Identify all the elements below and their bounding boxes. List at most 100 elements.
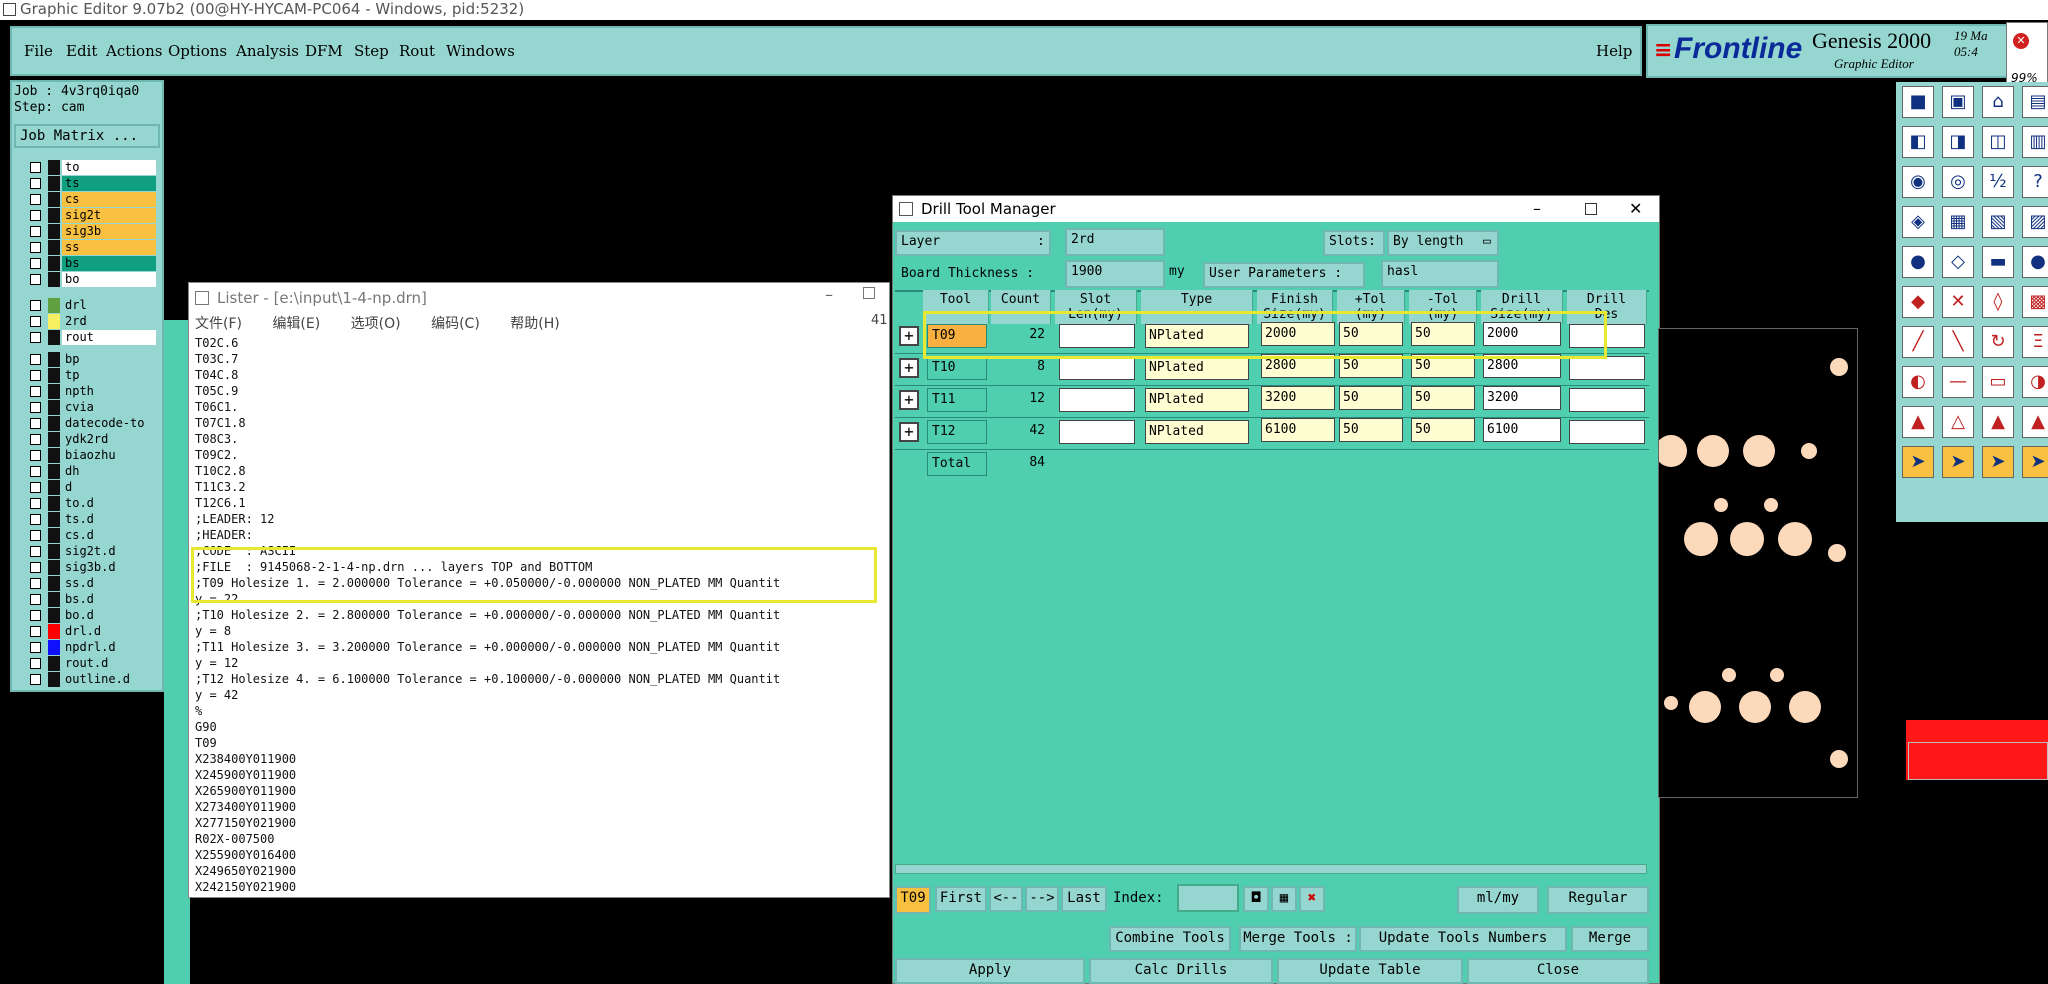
layer-row-sig2t[interactable]: sig2t (26, 208, 162, 223)
slot-length-input[interactable] (1059, 388, 1135, 412)
layer-name[interactable]: sig2t (62, 208, 156, 223)
expand-icon[interactable]: + (899, 422, 919, 442)
drill-size-input[interactable]: 6100 (1483, 418, 1561, 442)
layer-row-bp[interactable]: bp (26, 352, 162, 367)
lister-menu-edit[interactable]: 编辑(E) (272, 316, 320, 332)
menu-options[interactable]: Options (168, 42, 227, 60)
menu-help[interactable]: Help (1596, 42, 1632, 60)
layer-row-ydk2rd[interactable]: ydk2rd (26, 432, 162, 447)
plus-tol-input[interactable]: 50 (1339, 386, 1403, 410)
layer-checkbox[interactable] (30, 258, 41, 269)
layer-checkbox[interactable] (30, 642, 41, 653)
layer-name[interactable]: drl.d (62, 624, 156, 639)
tool-icon[interactable]: ? (2022, 166, 2048, 198)
finish-size-input[interactable]: 3200 (1261, 386, 1335, 410)
tool-name[interactable]: T10 (927, 356, 987, 380)
layer-checkbox[interactable] (30, 482, 41, 493)
tool-icon[interactable]: ▲ (2022, 406, 2048, 438)
finish-size-input[interactable]: 6100 (1261, 418, 1335, 442)
layer-checkbox[interactable] (30, 402, 41, 413)
menu-rout[interactable]: Rout (399, 42, 435, 60)
layer-row-ts.d[interactable]: ts.d (26, 512, 162, 527)
lister-menu-options[interactable]: 选项(O) (351, 316, 401, 332)
layer-checkbox[interactable] (30, 210, 41, 221)
layer-row-sig2t.d[interactable]: sig2t.d (26, 544, 162, 559)
minimize-icon[interactable]: – (825, 285, 833, 304)
layer-row-ts[interactable]: ts (26, 176, 162, 191)
tool-icon[interactable]: ◨ (1942, 126, 1974, 158)
tool-icon[interactable]: △ (1942, 406, 1974, 438)
layer-name[interactable]: ss (62, 240, 156, 255)
layer-checkbox[interactable] (30, 498, 41, 509)
menu-dfm[interactable]: DFM (305, 42, 343, 60)
minus-tol-input[interactable]: 50 (1411, 386, 1475, 410)
lister-menu-file[interactable]: 文件(F) (195, 316, 242, 332)
tool-icon[interactable]: ● (1902, 246, 1934, 278)
layer-name[interactable]: biaozhu (62, 448, 156, 463)
layer-row-d[interactable]: d (26, 480, 162, 495)
tool-icon[interactable]: ▬ (1982, 246, 2014, 278)
layer-name[interactable]: bs.d (62, 592, 156, 607)
tool-icon[interactable]: ■ (1902, 86, 1934, 118)
tool-icon[interactable]: ▭ (1982, 366, 2014, 398)
layer-name[interactable]: bo (62, 272, 156, 287)
tool-icon[interactable]: ╱ (1902, 326, 1934, 358)
layer-name[interactable]: cvia (62, 400, 156, 415)
layer-name[interactable]: to (62, 160, 156, 175)
menu-step[interactable]: Step (354, 42, 389, 60)
layer-checkbox[interactable] (30, 354, 41, 365)
layer-checkbox[interactable] (30, 562, 41, 573)
tool-icon[interactable]: ◐ (1902, 366, 1934, 398)
layer-name[interactable]: d (62, 480, 156, 495)
drill-des-input[interactable] (1569, 420, 1645, 444)
tool-icon[interactable]: ▥ (2022, 126, 2048, 158)
tool-icon[interactable]: ⌂ (1982, 86, 2014, 118)
layer-checkbox[interactable] (30, 546, 41, 557)
layer-row-bo[interactable]: bo (26, 272, 162, 287)
grid-icon[interactable]: ▦ (1271, 886, 1297, 912)
lock-icon[interactable]: ◘ (1243, 886, 1269, 912)
layer-row-sig3b[interactable]: sig3b (26, 224, 162, 239)
tool-icon[interactable]: ◫ (1982, 126, 2014, 158)
tool-icon[interactable]: ➤ (1902, 446, 1934, 478)
layer-name[interactable]: ts (62, 176, 156, 191)
stop-icon[interactable]: ✕ (2013, 33, 2029, 49)
layer-name[interactable]: ts.d (62, 512, 156, 527)
layer-checkbox[interactable] (30, 450, 41, 461)
layer-name[interactable]: bs (62, 256, 156, 271)
layer-name[interactable]: sig2t.d (62, 544, 156, 559)
prev-button[interactable]: <-- (989, 886, 1023, 912)
layer-name[interactable]: datecode-to (62, 416, 156, 431)
first-button[interactable]: First (935, 886, 987, 912)
expand-icon[interactable]: + (899, 390, 919, 410)
lister-text[interactable]: T02C.6 T03C.7 T04C.8 T05C.9 T06C1. T07C1… (195, 335, 780, 895)
layer-name[interactable]: npth (62, 384, 156, 399)
layer-name[interactable]: cs.d (62, 528, 156, 543)
tool-icon[interactable]: ✕ (1942, 286, 1974, 318)
layer-name[interactable]: ss.d (62, 576, 156, 591)
layer-name[interactable]: cs (62, 192, 156, 207)
tool-icon[interactable]: ◑ (2022, 366, 2048, 398)
layer-checkbox[interactable] (30, 530, 41, 541)
tool-icon[interactable]: ½ (1982, 166, 2014, 198)
tool-icon[interactable]: ● (2022, 246, 2048, 278)
tool-icon[interactable]: ◈ (1902, 206, 1934, 238)
layer-checkbox[interactable] (30, 194, 41, 205)
tool-icon[interactable]: ▲ (1902, 406, 1934, 438)
type-dropdown[interactable]: NPlated (1145, 356, 1249, 380)
layer-checkbox[interactable] (30, 162, 41, 173)
type-dropdown[interactable]: NPlated (1145, 420, 1249, 444)
layer-row-drl[interactable]: drl (26, 298, 162, 313)
close-button[interactable]: Close (1467, 958, 1649, 984)
layer-row-bo.d[interactable]: bo.d (26, 608, 162, 623)
tool-icon[interactable]: ▣ (1942, 86, 1974, 118)
horizontal-scrollbar[interactable] (895, 864, 1647, 874)
layer-row-cs[interactable]: cs (26, 192, 162, 207)
tool-icon[interactable]: ╲ (1942, 326, 1974, 358)
tool-icon[interactable]: ▦ (1942, 206, 1974, 238)
layer-row-npdrl.d[interactable]: npdrl.d (26, 640, 162, 655)
calc-drills-button[interactable]: Calc Drills (1089, 958, 1273, 984)
layer-row-npth[interactable]: npth (26, 384, 162, 399)
tool-icon[interactable]: ◉ (1902, 166, 1934, 198)
tool-icon[interactable]: ▧ (1982, 206, 2014, 238)
